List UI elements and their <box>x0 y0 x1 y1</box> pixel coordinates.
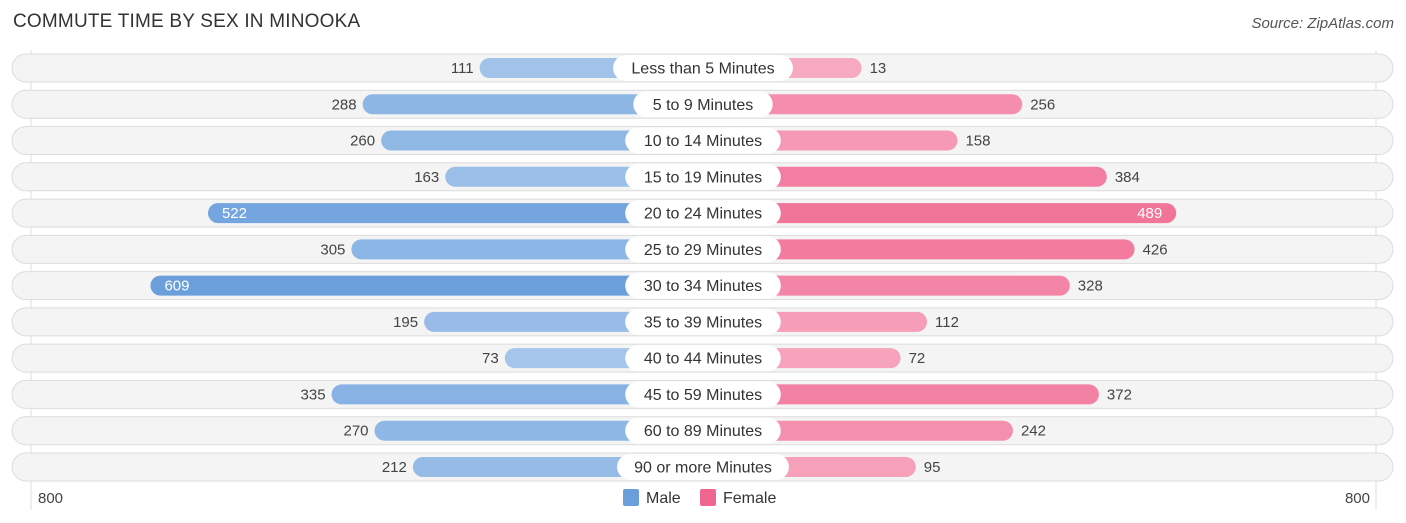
chart-row: 20 to 24 Minutes 522 489 <box>11 198 1394 228</box>
axis-label-right: 800 <box>1345 490 1370 507</box>
value-label-male: 212 <box>382 459 407 476</box>
chart-canvas: Less than 5 Minutes 111 13 5 to 9 Minutes 28… <box>11 50 1394 510</box>
category-label: 15 to 19 Minutes <box>644 169 762 186</box>
chart-row: 45 to 59 Minutes 335 372 <box>11 379 1394 409</box>
chart-row: 5 to 9 Minutes 288 256 <box>11 89 1394 119</box>
category-label: 90 or more Minutes <box>634 459 772 476</box>
chart-rows: Less than 5 Minutes 111 13 5 to 9 Minutes 28… <box>11 50 1394 510</box>
chart-row: 90 or more Minutes 212 95 <box>11 452 1394 482</box>
value-label-female: 256 <box>1030 96 1055 113</box>
value-label-male: 73 <box>482 350 499 367</box>
value-label-female: 72 <box>909 350 926 367</box>
value-label-female: 13 <box>870 60 887 77</box>
value-label-male: 195 <box>393 314 418 331</box>
chart-row: 30 to 34 Minutes 609 328 <box>11 271 1394 301</box>
category-label: Less than 5 Minutes <box>631 61 774 78</box>
value-label-male: 163 <box>414 169 439 186</box>
value-label-male: 111 <box>451 60 474 77</box>
legend-swatch-male <box>623 489 639 506</box>
category-label: 40 to 44 Minutes <box>644 351 762 368</box>
chart-row: 60 to 89 Minutes 270 242 <box>11 416 1394 446</box>
value-label-female: 112 <box>935 314 959 331</box>
value-label-male: 305 <box>320 241 345 258</box>
category-label: 20 to 24 Minutes <box>644 206 762 223</box>
value-label-female: 328 <box>1078 278 1103 295</box>
value-label-female: 384 <box>1115 169 1140 186</box>
category-label: 35 to 39 Minutes <box>644 314 762 331</box>
value-label-male: 288 <box>332 96 357 113</box>
category-label: 30 to 34 Minutes <box>644 278 762 295</box>
chart-row: 10 to 14 Minutes 260 158 <box>11 126 1394 156</box>
value-label-female: 242 <box>1021 423 1046 440</box>
category-label: 60 to 89 Minutes <box>644 423 762 440</box>
chart-row: 40 to 44 Minutes 73 72 <box>11 343 1394 373</box>
value-label-female: 489 <box>1137 205 1162 222</box>
value-label-male: 335 <box>301 386 326 403</box>
category-label: 45 to 59 Minutes <box>644 387 762 404</box>
value-label-male: 522 <box>222 205 247 222</box>
legend-swatch-female <box>700 489 716 506</box>
value-label-male: 609 <box>164 278 189 295</box>
value-label-female: 372 <box>1107 386 1132 403</box>
legend-label-male: Male <box>646 490 681 507</box>
value-label-female: 426 <box>1143 241 1168 258</box>
category-label: 5 to 9 Minutes <box>653 97 754 114</box>
legend-label-female: Female <box>723 490 776 507</box>
chart-row: 15 to 19 Minutes 163 384 <box>11 162 1394 192</box>
category-label: 10 to 14 Minutes <box>644 133 762 150</box>
value-label-male: 260 <box>350 133 375 150</box>
bar-male <box>150 275 704 296</box>
value-label-male: 270 <box>343 423 368 440</box>
chart-row: Less than 5 Minutes 111 13 <box>11 53 1394 83</box>
legend: Male Female <box>623 489 776 507</box>
value-label-female: 158 <box>965 133 990 150</box>
value-label-female: 95 <box>924 459 941 476</box>
chart-row: 25 to 29 Minutes 305 426 <box>11 234 1394 264</box>
category-label: 25 to 29 Minutes <box>644 242 762 259</box>
axis-label-left: 800 <box>38 490 63 507</box>
chart-row: 35 to 39 Minutes 195 112 <box>11 307 1394 337</box>
